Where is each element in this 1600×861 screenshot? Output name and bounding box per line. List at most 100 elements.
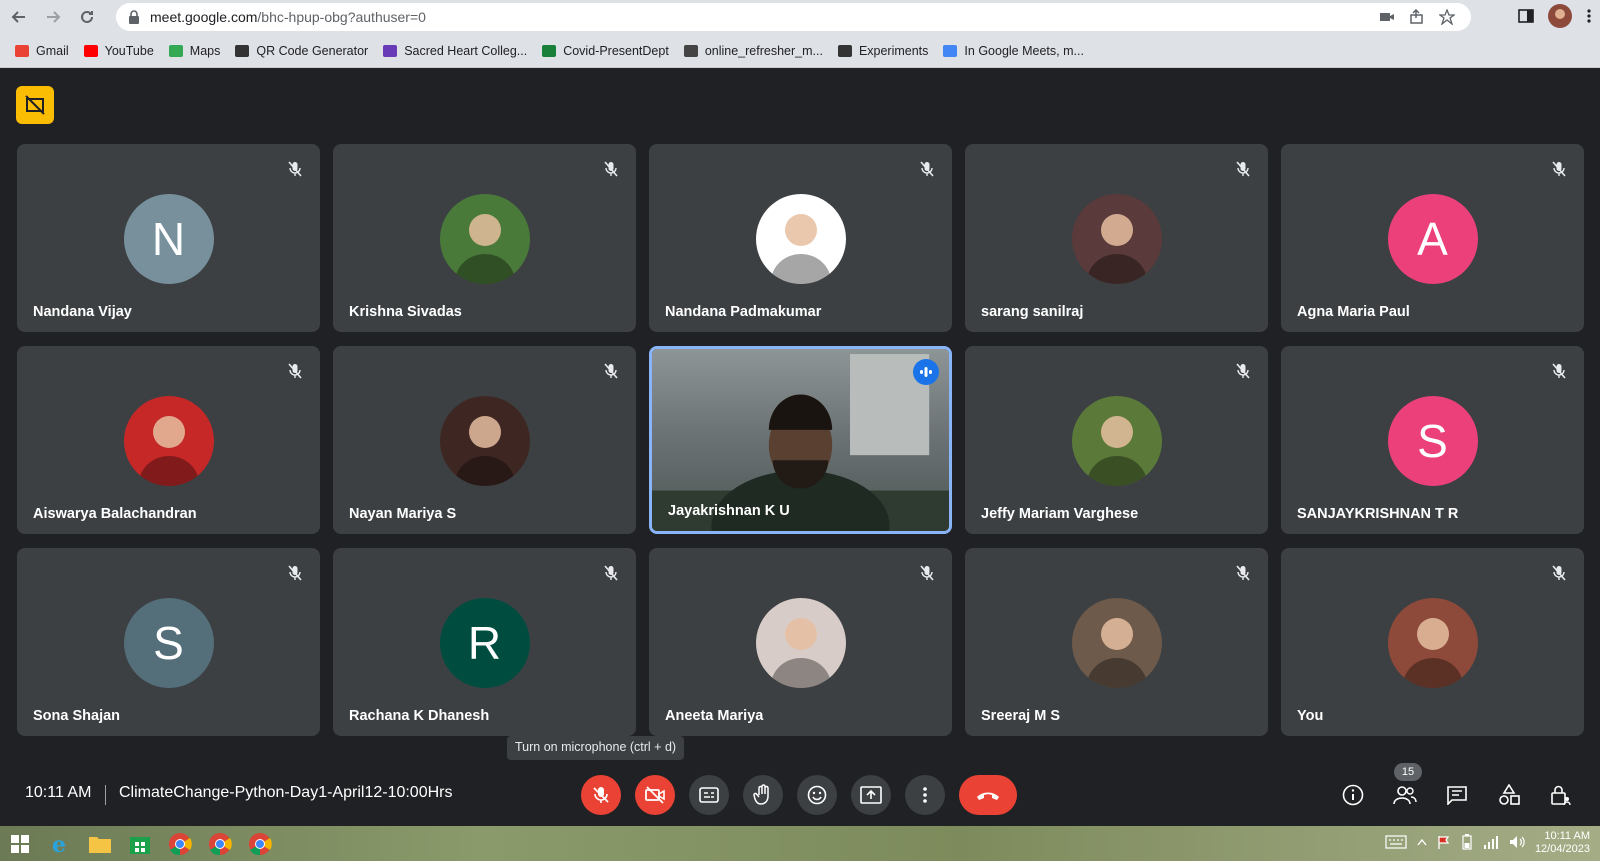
participant-tile[interactable]: sarang sanilraj bbox=[965, 144, 1268, 332]
keyboard-icon[interactable] bbox=[1385, 834, 1407, 852]
participant-count-badge: 15 bbox=[1394, 763, 1422, 781]
taskbar-chrome-1[interactable] bbox=[160, 826, 200, 861]
activities-button[interactable] bbox=[1496, 775, 1522, 815]
share-icon[interactable] bbox=[1409, 8, 1425, 25]
participant-tile[interactable]: N Nandana Vijay bbox=[17, 144, 320, 332]
people-button[interactable]: 15 bbox=[1392, 763, 1422, 815]
avatar bbox=[1071, 598, 1162, 688]
visual-effects-off-icon[interactable] bbox=[16, 86, 54, 124]
present-button[interactable] bbox=[851, 775, 891, 815]
url-path: /bhc-hpup-obg?authuser=0 bbox=[257, 9, 426, 25]
mic-off-icon bbox=[1550, 564, 1568, 582]
back-button[interactable] bbox=[4, 2, 34, 32]
raise-hand-button[interactable] bbox=[743, 775, 783, 815]
mic-off-icon bbox=[286, 362, 304, 380]
participant-tile[interactable]: Krishna Sivadas bbox=[333, 144, 636, 332]
bookmark-item[interactable]: Maps bbox=[168, 44, 220, 58]
avatar: S bbox=[1387, 396, 1478, 486]
avatar bbox=[755, 194, 846, 284]
forward-button[interactable] bbox=[38, 2, 68, 32]
mic-off-icon bbox=[1550, 160, 1568, 178]
bookmark-item[interactable]: online_refresher_m... bbox=[683, 44, 823, 58]
participant-name: You bbox=[1297, 708, 1324, 724]
speaking-indicator-icon bbox=[913, 359, 939, 385]
phone-hangup-icon bbox=[977, 792, 999, 800]
folder-icon bbox=[89, 836, 111, 853]
reload-button[interactable] bbox=[72, 2, 102, 32]
bookmarks-bar: Gmail YouTube Maps QR Code Generator Sacred … bbox=[0, 34, 1600, 68]
arrow-right-icon bbox=[47, 11, 61, 23]
bookmark-item[interactable]: In Google Meets, m... bbox=[942, 44, 1084, 58]
battery-icon[interactable] bbox=[1461, 833, 1473, 853]
menu-dots-icon[interactable] bbox=[1586, 8, 1592, 29]
chevron-up-icon[interactable] bbox=[1417, 837, 1427, 849]
participant-name: SANJAYKRISHNAN T R bbox=[1297, 506, 1459, 522]
mic-off-icon bbox=[286, 160, 304, 178]
bookmark-item[interactable]: Gmail bbox=[14, 44, 69, 58]
more-options-button[interactable] bbox=[905, 775, 945, 815]
chat-button[interactable] bbox=[1444, 775, 1470, 815]
arrow-left-icon bbox=[11, 11, 25, 23]
mic-off-icon bbox=[1234, 362, 1252, 380]
participant-tile[interactable]: Jeffy Mariam Varghese bbox=[965, 346, 1268, 534]
captions-icon bbox=[699, 787, 719, 803]
taskbar-file-explorer[interactable] bbox=[80, 826, 120, 861]
mic-off-icon bbox=[1550, 362, 1568, 380]
windows-icon bbox=[11, 834, 29, 853]
participant-tile[interactable]: Nandana Padmakumar bbox=[649, 144, 952, 332]
participant-tile[interactable]: Aneeta Mariya bbox=[649, 548, 952, 736]
participant-tile[interactable]: Aiswarya Balachandran bbox=[17, 346, 320, 534]
bookmark-item[interactable]: Covid-PresentDept bbox=[541, 44, 669, 58]
url-host: meet.google.com bbox=[150, 9, 258, 25]
bookmark-item[interactable]: Experiments bbox=[837, 44, 928, 58]
participant-tile[interactable]: Sreeraj M S bbox=[965, 548, 1268, 736]
taskbar-clock[interactable]: 10:11 AM 12/04/2023 bbox=[1535, 830, 1590, 856]
avatar bbox=[755, 598, 846, 688]
camera-toggle-button[interactable] bbox=[635, 775, 675, 815]
start-button[interactable] bbox=[0, 826, 40, 861]
present-screen-icon bbox=[860, 786, 882, 804]
mic-off-icon bbox=[602, 160, 620, 178]
signal-icon[interactable] bbox=[1483, 835, 1499, 852]
bookmark-label: Experiments bbox=[858, 43, 929, 58]
side-tools: 15 bbox=[1340, 763, 1574, 815]
participant-name: Jeffy Mariam Varghese bbox=[981, 506, 1139, 522]
star-icon[interactable] bbox=[1438, 8, 1456, 26]
flag-icon[interactable] bbox=[1437, 835, 1451, 852]
bookmark-item[interactable]: QR Code Generator bbox=[234, 44, 368, 58]
participant-tile[interactable]: S SANJAYKRISHNAN T R bbox=[1281, 346, 1584, 534]
address-bar[interactable]: meet.google.com/bhc-hpup-obg?authuser=0 bbox=[116, 3, 1471, 31]
google-icon bbox=[942, 44, 958, 58]
volume-icon[interactable] bbox=[1509, 835, 1525, 852]
taskbar-chrome-2[interactable] bbox=[200, 826, 240, 861]
taskbar-chrome-3[interactable] bbox=[240, 826, 280, 861]
mic-off-icon bbox=[1234, 564, 1252, 582]
participant-tile[interactable]: You bbox=[1281, 548, 1584, 736]
mic-off-icon bbox=[918, 564, 936, 582]
profile-avatar[interactable] bbox=[1548, 4, 1572, 33]
avatar bbox=[439, 396, 530, 486]
meeting-details-button[interactable] bbox=[1340, 775, 1366, 815]
bookmark-item[interactable]: Sacred Heart Colleg... bbox=[382, 44, 527, 58]
participant-tile[interactable]: S Sona Shajan bbox=[17, 548, 320, 736]
meeting-title: ClimateChange-Python-Day1-April12-10:00H… bbox=[119, 784, 453, 801]
bookmark-item[interactable]: YouTube bbox=[83, 44, 154, 58]
leave-call-button[interactable] bbox=[959, 775, 1017, 815]
host-controls-button[interactable] bbox=[1548, 775, 1574, 815]
participant-tile[interactable]: R Rachana K Dhanesh bbox=[333, 548, 636, 736]
chrome-icon bbox=[209, 832, 232, 855]
taskbar-time: 10:11 AM bbox=[1544, 830, 1590, 842]
camera-blocked-icon[interactable] bbox=[1379, 9, 1395, 25]
reactions-button[interactable] bbox=[797, 775, 837, 815]
side-panel-icon[interactable] bbox=[1518, 8, 1534, 29]
captions-button[interactable] bbox=[689, 775, 729, 815]
participant-tile[interactable]: A Agna Maria Paul bbox=[1281, 144, 1584, 332]
taskbar-store[interactable] bbox=[120, 826, 160, 861]
youtube-icon bbox=[83, 44, 99, 58]
chrome-icon bbox=[169, 832, 192, 855]
participant-tile[interactable]: Nayan Mariya S bbox=[333, 346, 636, 534]
bookmark-label: Covid-PresentDept bbox=[563, 43, 669, 58]
microphone-toggle-button[interactable] bbox=[581, 775, 621, 815]
participant-tile[interactable]: Jayakrishnan K U bbox=[649, 346, 952, 534]
taskbar-internet-explorer[interactable]: e bbox=[40, 826, 80, 861]
